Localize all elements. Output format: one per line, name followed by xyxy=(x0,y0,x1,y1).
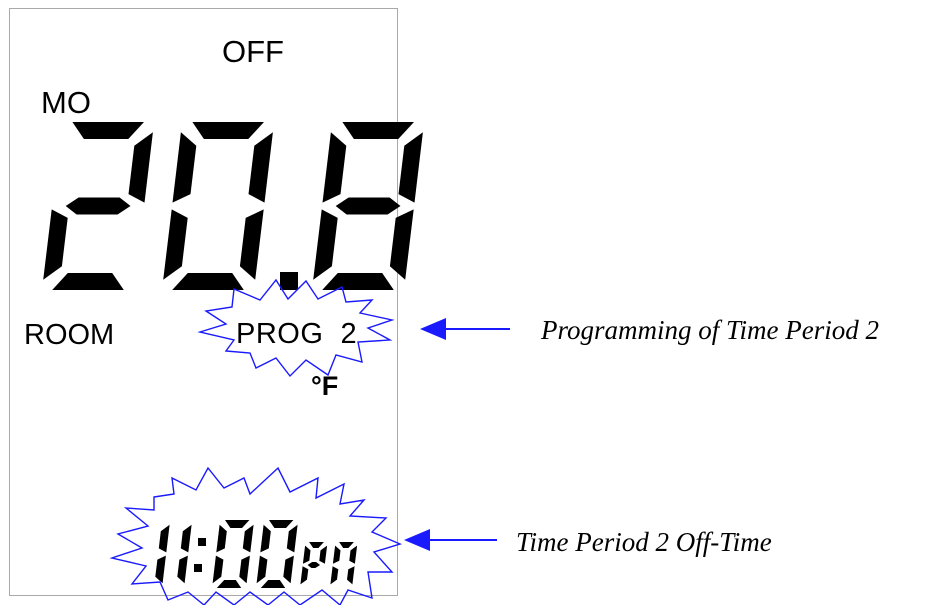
lcd-segment xyxy=(256,555,268,584)
lcd-segment xyxy=(335,197,401,215)
lcd-segment xyxy=(43,209,68,280)
lcd-segment xyxy=(286,524,298,553)
lcd-segment xyxy=(260,524,271,553)
program-annotation-label: Programming of Time Period 2 xyxy=(541,315,880,345)
lcd-segment xyxy=(158,524,170,553)
lcd-segment xyxy=(225,520,250,528)
lcd-segment xyxy=(65,197,131,215)
lcd-segment xyxy=(300,566,309,585)
lcd-segment xyxy=(239,209,264,280)
lcd-segment xyxy=(302,545,311,564)
lcd-segment xyxy=(52,273,124,290)
lcd-graphics-layer xyxy=(43,122,510,605)
lcd-segment xyxy=(242,524,254,553)
lcd-segment xyxy=(172,132,197,203)
lcd-segment xyxy=(398,132,423,203)
lcd-segment xyxy=(322,273,394,290)
lcd-segment xyxy=(332,545,341,564)
temperature-readout xyxy=(43,122,423,290)
program-annotation-arrow xyxy=(420,318,510,340)
lcd-segment xyxy=(269,520,294,528)
lcd-segment xyxy=(155,555,166,584)
lcd-segment xyxy=(216,524,227,553)
lcd-segment xyxy=(389,209,414,280)
lcd-segment xyxy=(216,580,242,588)
program-highlight-burst xyxy=(197,278,395,378)
lcd-segment xyxy=(319,545,328,564)
lcd-segment xyxy=(339,542,354,548)
lcd-segment xyxy=(347,566,355,585)
lcd-segment xyxy=(172,273,244,290)
lcd-segment xyxy=(239,555,250,584)
lcd-segment xyxy=(330,566,339,585)
lcd-segment xyxy=(248,132,273,203)
time-readout xyxy=(155,520,358,588)
lcd-segment xyxy=(128,132,153,203)
lcd-segment xyxy=(309,542,324,548)
lcd-segment xyxy=(163,209,188,280)
lcd-dot xyxy=(198,538,206,546)
lcd-segment xyxy=(342,122,414,139)
lcd-dot xyxy=(280,272,298,290)
time-annotation-arrow xyxy=(404,529,497,551)
lcd-segment xyxy=(307,562,320,568)
lcd-segment xyxy=(72,122,144,139)
lcd-segment xyxy=(180,524,192,553)
time-highlight-burst xyxy=(109,466,403,605)
lcd-segment xyxy=(322,132,347,203)
lcd-segment xyxy=(283,555,294,584)
lcd-segment xyxy=(260,580,286,588)
lcd-segment xyxy=(192,122,264,139)
lcd-segment xyxy=(313,209,338,280)
lcd-segment xyxy=(177,555,188,584)
lcd-segment xyxy=(212,555,224,584)
lcd-segment xyxy=(349,545,358,564)
lcd-dot xyxy=(194,564,202,572)
time-annotation-label: Time Period 2 Off-Time xyxy=(516,527,772,557)
